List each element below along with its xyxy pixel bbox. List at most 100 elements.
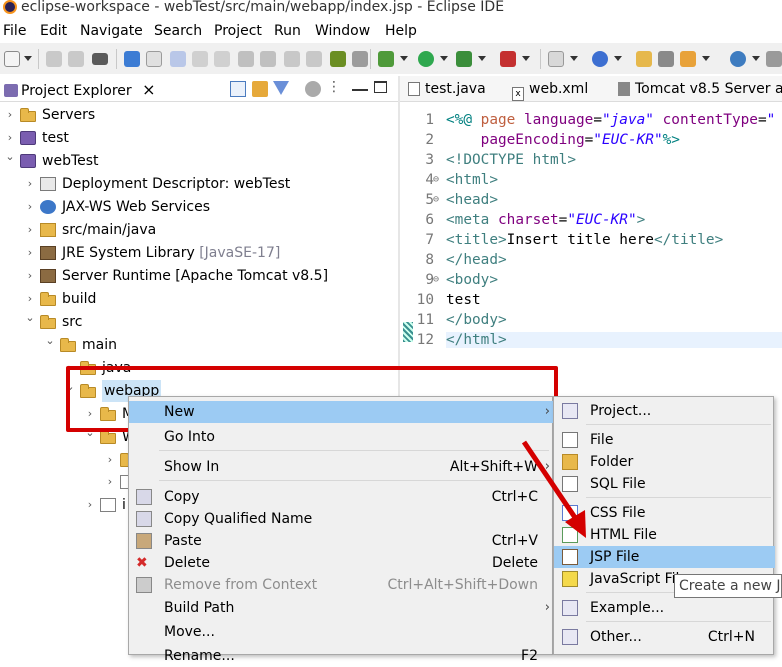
next-annotation-icon[interactable]	[238, 51, 254, 67]
tree-item-suffix: [JavaSE-17]	[194, 245, 281, 261]
menu-item-remove-from-context[interactable]: Remove from Context Ctrl+Alt+Shift+Down	[129, 574, 554, 596]
fold-toggle-icon[interactable]: ⊖	[433, 194, 439, 205]
new-icon[interactable]	[4, 51, 20, 67]
collapsed-arrow-icon[interactable]: ›	[24, 173, 36, 195]
open-resource-icon[interactable]	[146, 51, 162, 67]
close-icon[interactable]: ×	[142, 80, 155, 99]
expanded-arrow-icon[interactable]: ⌄	[44, 330, 56, 352]
new-dropdown-icon[interactable]	[24, 56, 32, 61]
collapsed-arrow-icon[interactable]: ›	[24, 265, 36, 287]
toggle-icon-2[interactable]	[192, 51, 208, 67]
menu-help[interactable]: Help	[385, 23, 417, 39]
tree-item-jre-system-library[interactable]: › JRE System Library [JavaSE-17]	[0, 242, 398, 264]
tab-test-java[interactable]: test.java	[408, 76, 486, 102]
link-with-editor-icon[interactable]	[252, 81, 268, 97]
menu-item-build-path[interactable]: Build Path ›	[129, 597, 554, 619]
search-tool-icon[interactable]	[658, 51, 674, 67]
collapsed-arrow-icon[interactable]: ›	[24, 219, 36, 241]
tab-web-xml[interactable]: x web.xml	[512, 76, 588, 102]
run-dropdown-icon[interactable]	[440, 56, 448, 61]
collapsed-arrow-icon[interactable]: ›	[24, 196, 36, 218]
debug-dropdown-icon[interactable]	[400, 56, 408, 61]
menu-item-move[interactable]: Move...	[129, 621, 554, 643]
tab-project-explorer[interactable]: Project Explorer ×	[0, 76, 162, 102]
menu-item-paste[interactable]: Paste Ctrl+V	[129, 530, 554, 552]
open-type-icon[interactable]	[124, 51, 140, 67]
submenu-item-other[interactable]: Other... Ctrl+N	[554, 626, 775, 648]
browser-icon[interactable]	[730, 51, 746, 67]
forward-icon[interactable]	[306, 51, 322, 67]
menu-item-show-in[interactable]: Show In Alt+Shift+W ›	[129, 456, 554, 478]
menu-navigate[interactable]: Navigate	[80, 23, 143, 39]
new-class-icon[interactable]	[592, 51, 608, 67]
fold-toggle-icon[interactable]: ⊖	[433, 274, 439, 285]
minimize-icon[interactable]	[352, 81, 368, 91]
terminal-icon[interactable]	[92, 53, 108, 65]
menu-file[interactable]: File	[3, 23, 26, 39]
open-folder-icon[interactable]	[636, 51, 652, 67]
run-icon[interactable]	[418, 51, 434, 67]
menu-item-delete[interactable]: ✖ Delete Delete	[129, 552, 554, 574]
menu-item-new[interactable]: New ›	[129, 401, 554, 423]
submenu-item-example[interactable]: Example...	[554, 597, 775, 619]
javascript-file-icon	[562, 571, 578, 587]
new-class-dropdown-icon[interactable]	[614, 56, 622, 61]
tree-item-webtest[interactable]: ⌄ webTest	[0, 150, 398, 172]
coverage-dropdown-icon[interactable]	[478, 56, 486, 61]
edit-icon[interactable]	[330, 51, 346, 67]
browser-dropdown-icon[interactable]	[752, 56, 760, 61]
tab-tomcat-server[interactable]: Tomcat v8.5 Server at	[618, 76, 782, 102]
tree-item-deployment-descriptor-webtest[interactable]: › Deployment Descriptor: webTest	[0, 173, 398, 195]
tree-item-label: build	[62, 291, 97, 307]
filter-icon[interactable]	[273, 81, 289, 95]
tree-item-test[interactable]: › test	[0, 127, 398, 149]
debug-icon[interactable]	[378, 51, 394, 67]
coverage-icon[interactable]	[456, 51, 472, 67]
menu-item-go-into[interactable]: Go Into	[129, 426, 554, 448]
collapsed-arrow-icon[interactable]: ›	[84, 494, 96, 516]
submenu-item-project[interactable]: Project...	[554, 400, 775, 422]
collapsed-arrow-icon[interactable]: ›	[104, 471, 116, 493]
toggle-icon-1[interactable]	[170, 51, 186, 67]
pin-icon[interactable]	[352, 51, 368, 67]
focus-icon[interactable]	[305, 81, 321, 97]
menu-search[interactable]: Search	[154, 23, 202, 39]
block-selection-icon[interactable]	[214, 51, 230, 67]
new-server-dropdown-icon[interactable]	[570, 56, 578, 61]
tree-item-src[interactable]: ⌄ src	[0, 311, 398, 333]
menu-run[interactable]: Run	[274, 23, 301, 39]
tree-item-server-runtime-apache-tomcat-v8-5[interactable]: › Server Runtime [Apache Tomcat v8.5]	[0, 265, 398, 287]
collapse-all-icon[interactable]	[230, 81, 246, 97]
menu-edit[interactable]: Edit	[40, 23, 67, 39]
expanded-arrow-icon[interactable]: ⌄	[24, 307, 36, 329]
fold-toggle-icon[interactable]: ⊖	[433, 174, 439, 185]
eclipse-logo-icon	[3, 0, 17, 14]
menu-window[interactable]: Window	[315, 23, 370, 39]
collapsed-arrow-icon[interactable]: ›	[104, 449, 116, 471]
collapsed-arrow-icon[interactable]: ›	[24, 242, 36, 264]
menu-item-rename[interactable]: Rename... F2	[129, 645, 554, 667]
menu-item-copy-qualified-name[interactable]: Copy Qualified Name	[129, 508, 554, 530]
launch-dropdown-icon[interactable]	[702, 56, 710, 61]
view-menu-icon[interactable]: ⋮	[327, 79, 343, 95]
tree-item-src-main-java[interactable]: › src/main/java	[0, 219, 398, 241]
prev-annotation-icon[interactable]	[260, 51, 276, 67]
overflow-icon[interactable]	[766, 51, 782, 67]
save-icon[interactable]	[46, 51, 62, 67]
maximize-icon[interactable]	[374, 81, 387, 93]
tree-item-servers[interactable]: › Servers	[0, 104, 398, 126]
expanded-arrow-icon[interactable]: ⌄	[4, 146, 16, 168]
menu-item-copy[interactable]: Copy Ctrl+C	[129, 486, 554, 508]
tree-item-build[interactable]: › build	[0, 288, 398, 310]
tree-item-jax-ws-web-services[interactable]: › JAX-WS Web Services	[0, 196, 398, 218]
external-tools-icon[interactable]	[500, 51, 516, 67]
collapsed-arrow-icon[interactable]: ›	[4, 104, 16, 126]
back-icon[interactable]	[284, 51, 300, 67]
tree-item-main[interactable]: ⌄ main	[0, 334, 398, 356]
launch-icon[interactable]	[680, 51, 696, 67]
new-server-icon[interactable]	[548, 51, 564, 67]
annotation-arrow	[521, 440, 586, 538]
menu-project[interactable]: Project	[214, 23, 262, 39]
external-tools-dropdown-icon[interactable]	[522, 56, 530, 61]
save-all-icon[interactable]	[68, 51, 84, 67]
